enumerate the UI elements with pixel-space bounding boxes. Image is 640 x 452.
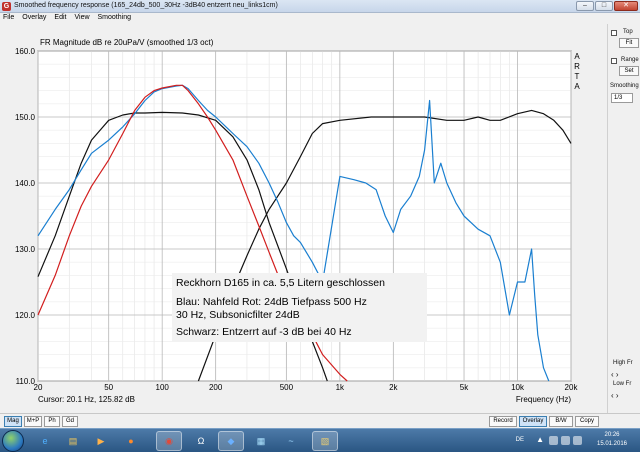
x-tick-label: 50 [104,383,113,392]
clock-date[interactable]: 15.01.2016 [592,441,632,447]
range-checkbox[interactable] [611,58,617,64]
high-fr-arrows[interactable]: ‹ › [611,370,619,379]
x-axis-label: Frequency (Hz) [516,395,571,404]
dsp-icon[interactable]: ◆ [218,431,244,451]
menu-smoothing[interactable]: Smoothing [98,13,131,23]
tray-expand-icon[interactable]: ▲ [536,435,544,444]
y-tick-label: 150.0 [15,113,36,122]
set-button[interactable]: Set [619,66,639,76]
phase-button[interactable]: Ph [44,416,60,427]
app-icon: G [2,2,11,11]
media-icon[interactable]: ▶ [88,431,114,451]
x-tick-label: 2k [389,383,398,392]
overlay-button[interactable]: Overlay [519,416,547,427]
arta-letter: T [575,72,580,81]
paint-icon[interactable]: ~ [278,431,304,451]
minimize-button[interactable]: – [576,1,594,11]
annotation-line-1: Reckhorn D165 in ca. 5,5 Litern geschlos… [176,277,385,289]
y-tick-label: 110.0 [16,377,36,386]
maximize-button[interactable]: □ [595,1,613,11]
omega-icon[interactable]: Ω [188,431,214,451]
bw-button[interactable]: B/W [549,416,573,427]
language-indicator[interactable]: DE [516,437,524,443]
network-icon[interactable] [549,436,558,445]
right-panel: Top Fit Range Set Smoothing 1/3 High Fr … [607,24,640,413]
document-icon[interactable]: ▧ [312,431,338,451]
firefox-icon[interactable]: ● [118,431,144,451]
arta-letter: R [574,62,580,71]
menu-file[interactable]: File [3,13,14,23]
annotation-line-4: Schwarz: Entzerrt auf -3 dB bei 40 Hz [176,326,352,338]
smoothing-select[interactable]: 1/3 [611,93,633,103]
y-tick-label: 130.0 [15,245,36,254]
explorer-icon[interactable]: ▤ [60,431,86,451]
high-fr-label: High Fr [613,360,633,366]
mag-button[interactable]: Mag [4,416,22,427]
menu-view[interactable]: View [74,13,89,23]
chart-title: FR Magnitude dB re 20uPa/V (smoothed 1/3… [40,38,214,47]
x-tick-label: 10k [511,383,525,392]
x-tick-label: 200 [209,383,223,392]
bottom-toolbar: Mag M+P Ph Gd Record Overlay B/W Copy [0,413,640,428]
plot-area[interactable]: 20 50 100 200 500 1k 2k 5k 10k 20k 110.0 120.0 130.0… [2,24,605,413]
clock-time[interactable]: 20:26 [592,432,632,438]
top-label: Top [623,29,633,35]
mag-phase-button[interactable]: M+P [24,416,42,427]
copy-button[interactable]: Copy [575,416,599,427]
flag-icon[interactable] [573,436,582,445]
annotation-line-3: 30 Hz, Subsonicfilter 24dB [176,309,300,321]
smoothing-label: Smoothing [610,83,639,89]
menu-bar: File Overlay Edit View Smoothing [0,13,640,23]
tile-icon[interactable]: ▦ [248,431,274,451]
y-tick-label: 160.0 [15,47,36,56]
fit-button[interactable]: Fit [619,38,639,48]
arta-letter: A [574,52,580,61]
window-title: Smoothed frequency response (165_24db_50… [14,2,278,9]
start-button[interactable] [2,430,24,452]
chrome-icon[interactable]: ◉ [156,431,182,451]
taskbar: e ▤ ▶ ● ◉ Ω ◆ ▦ ~ ▧ DE ▲ 20:26 15.01.201… [0,428,640,452]
frequency-response-chart[interactable]: 20 50 100 200 500 1k 2k 5k 10k 20k110.0120.0130.0… [2,24,605,413]
x-tick-label: 100 [156,383,170,392]
menu-overlay[interactable]: Overlay [22,13,46,23]
low-fr-label: Low Fr [613,381,632,387]
close-button[interactable]: ✕ [614,1,638,11]
record-button[interactable]: Record [489,416,517,427]
app-window: G Smoothed frequency response (165_24db_… [0,0,640,428]
x-tick-label: 1k [336,383,345,392]
menu-edit[interactable]: Edit [54,13,66,23]
y-tick-label: 140.0 [15,179,36,188]
title-bar[interactable]: G Smoothed frequency response (165_24db_… [0,0,640,13]
low-fr-arrows[interactable]: ‹ › [611,391,619,400]
group-delay-button[interactable]: Gd [62,416,78,427]
x-tick-label: 500 [280,383,294,392]
top-checkbox[interactable] [611,30,617,36]
range-label: Range [621,57,639,63]
x-tick-label: 5k [460,383,469,392]
arta-letter: A [574,82,580,91]
y-tick-label: 120.0 [15,311,36,320]
ie-icon[interactable]: e [32,431,58,451]
cursor-readout: Cursor: 20.1 Hz, 125.82 dB [38,395,135,404]
volume-icon[interactable] [561,436,570,445]
x-tick-label: 20k [565,383,579,392]
annotation-line-2: Blau: Nahfeld Rot: 24dB Tiefpass 500 Hz [176,296,367,308]
annotation-box: Reckhorn D165 in ca. 5,5 Litern geschlos… [172,273,427,342]
